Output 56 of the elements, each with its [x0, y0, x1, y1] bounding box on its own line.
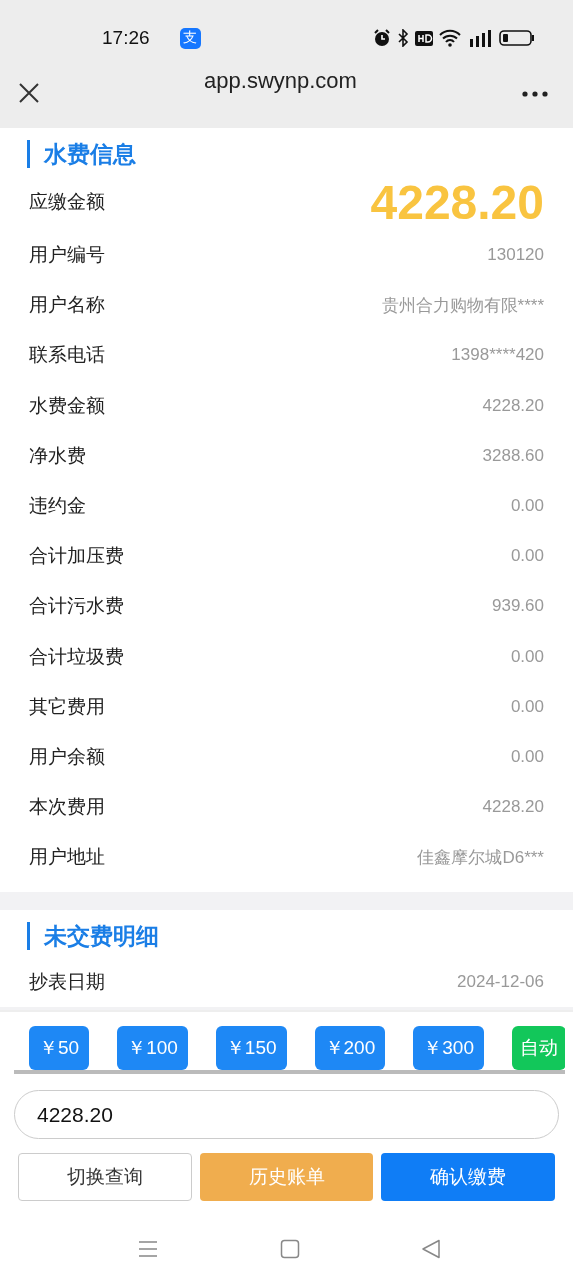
section-title: 未交费明细 — [27, 922, 544, 951]
field-value: 4228.20 — [482, 395, 544, 416]
field-label: 合计垃圾费 — [29, 643, 124, 669]
field-label: 用户地址 — [29, 844, 105, 870]
battery-icon — [499, 29, 535, 47]
amount-chip[interactable]: ￥100 — [117, 1026, 188, 1070]
field-label: 本次费用 — [29, 794, 105, 820]
field-label: 用户名称 — [29, 292, 105, 318]
signal-icon — [467, 29, 493, 47]
field-label: 合计污水费 — [29, 593, 124, 619]
amount-chip[interactable]: ￥200 — [314, 1026, 386, 1070]
amount-chip[interactable]: ￥300 — [413, 1026, 484, 1070]
close-icon[interactable] — [18, 82, 40, 104]
field-label: 其它费用 — [29, 693, 105, 719]
hd-icon — [415, 30, 433, 46]
field-value: 130120 — [487, 245, 544, 266]
field-value: 3288.60 — [482, 445, 544, 466]
field-label: 违约金 — [29, 493, 86, 519]
field-label: 应缴金额 — [29, 189, 105, 214]
field-value: 佳鑫摩尔城D6*** — [417, 846, 544, 869]
field-value: 贵州合力购物有限**** — [381, 294, 544, 317]
bluetooth-icon — [397, 29, 409, 47]
amount-chip[interactable]: ￥150 — [215, 1026, 287, 1070]
amount-chip[interactable]: ￥50 — [29, 1026, 90, 1070]
more-icon[interactable] — [521, 90, 549, 98]
field-value: 0.00 — [510, 646, 544, 667]
alarm-icon — [373, 29, 391, 47]
status-time: 17:26 — [102, 27, 150, 49]
action-button[interactable]: 历史账单 — [199, 1153, 374, 1201]
wifi-icon — [439, 29, 461, 47]
field-label: 抄表日期 — [29, 968, 105, 994]
field-value: 0.00 — [510, 746, 544, 767]
action-button[interactable]: 切换查询 — [18, 1153, 192, 1201]
amount-due-value: 4228.20 — [370, 174, 544, 230]
amount-chip[interactable]: 自动 — [511, 1026, 565, 1070]
section-title: 水费信息 — [27, 140, 544, 168]
field-value: 0.00 — [510, 696, 544, 717]
amount-input[interactable]: 4228.20 — [14, 1090, 559, 1139]
field-value: 2024-12-06 — [457, 971, 544, 992]
field-label: 净水费 — [29, 442, 86, 468]
action-button[interactable]: 确认缴费 — [381, 1153, 555, 1201]
home-icon[interactable] — [279, 1239, 300, 1259]
field-label: 合计加压费 — [29, 543, 124, 569]
page-url: app.swynp.com — [203, 68, 358, 94]
menu-icon[interactable] — [138, 1239, 158, 1259]
field-label: 水费金额 — [29, 392, 105, 418]
field-value: 939.60 — [492, 596, 544, 617]
field-value: 0.00 — [510, 496, 544, 517]
field-label: 联系电话 — [29, 342, 105, 368]
back-icon[interactable] — [421, 1239, 441, 1259]
field-value: 1398****420 — [451, 345, 544, 366]
app-badge-icon: 支 — [179, 27, 201, 49]
field-value: 0.00 — [510, 546, 544, 567]
field-label: 用户编号 — [29, 242, 105, 268]
field-label: 用户余额 — [29, 743, 105, 769]
field-value: 4228.20 — [482, 797, 544, 818]
